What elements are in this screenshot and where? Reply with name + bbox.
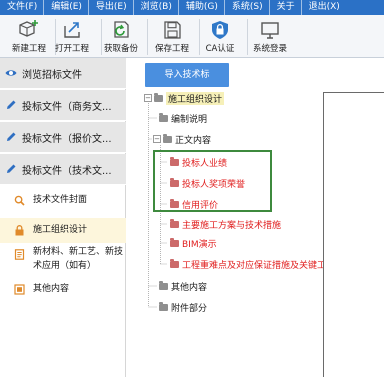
toolbar: 新建工程 打开工程 获取备份 保存工程 CA认证 系统登录: [0, 15, 384, 58]
sub-item-label: 新材料、新工艺、新技术应用（如有）: [33, 247, 124, 271]
tree-node[interactable]: BIM演示: [170, 236, 217, 250]
folder-icon: [163, 133, 172, 143]
save-project-label: 保存工程: [154, 44, 189, 54]
sidebar: 浏览招标文件 投标文件（商务文... 投标文件（报价文... 投标文件（技术文.…: [0, 58, 126, 377]
sub-item-label: 技术文件封面: [33, 195, 88, 205]
tree-node[interactable]: 其他内容: [159, 279, 207, 293]
save-icon: [164, 21, 181, 39]
nav-label: 投标文件（技术文...: [22, 165, 112, 177]
tree-node-label: BIM演示: [182, 239, 217, 250]
sub-item-new-materials[interactable]: 新材料、新工艺、新技术应用（如有）: [0, 245, 126, 277]
cube-plus-icon: [19, 20, 38, 37]
menu-assist[interactable]: 辅助(G): [179, 0, 225, 15]
lock-shield-icon: [212, 21, 228, 39]
tree-node-label: 附件部分: [171, 303, 208, 314]
editor-panel[interactable]: [323, 92, 384, 377]
menu-bar: 文件(F) 编辑(E) 导出(E) 浏览(B) 辅助(G) 系统(S) 关于 退…: [0, 0, 384, 15]
nav-bid-quote[interactable]: 投标文件（报价文...: [0, 122, 126, 153]
tree-node-label: 编制说明: [171, 114, 208, 125]
document-grid-icon: [14, 284, 25, 295]
pencil-icon: [7, 100, 16, 109]
pencil-icon: [7, 132, 16, 141]
ca-auth-button[interactable]: CA认证: [193, 17, 247, 57]
open-project-label: 打开工程: [54, 44, 89, 54]
tree-node[interactable]: 主要施工方案与技术措施: [170, 217, 281, 231]
tree-node[interactable]: 附件部分: [159, 300, 207, 314]
system-login-label: 系统登录: [252, 44, 287, 54]
folder-icon: [154, 92, 163, 102]
import-technical-bid-button[interactable]: 导入技术标: [145, 63, 229, 87]
sub-item-other-content[interactable]: 其他内容: [0, 282, 126, 300]
menu-export[interactable]: 导出(E): [89, 0, 134, 15]
pencil-icon: [7, 164, 16, 173]
nav-label: 投标文件（商务文...: [22, 101, 112, 113]
tree-node-label: 其他内容: [171, 282, 208, 293]
system-login-button[interactable]: 系统登录: [243, 17, 297, 57]
folder-icon: [170, 218, 179, 228]
folder-icon: [159, 280, 168, 290]
collapse-toggle-icon[interactable]: −: [144, 94, 152, 102]
tree-root[interactable]: − 施工组织设计: [144, 91, 225, 105]
tree-node[interactable]: − 正文内容: [153, 132, 211, 146]
sub-item-label: 施工组织设计: [33, 225, 88, 235]
save-project-button[interactable]: 保存工程: [145, 17, 199, 57]
refresh-backup-icon: [114, 21, 129, 38]
tree-node-label: 正文内容: [175, 135, 212, 146]
nav-bid-technical[interactable]: 投标文件（技术文...: [0, 154, 126, 185]
menu-edit[interactable]: 编辑(E): [44, 0, 89, 15]
nav-label: 浏览招标文件: [22, 69, 82, 81]
folder-icon: [159, 112, 168, 122]
tree-node-label: 工程重难点及对应保证措施及关键工序: [182, 260, 336, 271]
monitor-icon: [261, 22, 279, 39]
get-backup-label: 获取备份: [103, 44, 138, 54]
folder-icon: [159, 301, 168, 311]
ca-auth-label: CA认证: [205, 44, 235, 54]
sub-item-construction-design[interactable]: 施工组织设计: [0, 218, 126, 243]
tree-node[interactable]: 工程重难点及对应保证措施及关键工序: [170, 257, 335, 271]
menu-file[interactable]: 文件(F): [0, 0, 45, 15]
search-icon: [14, 195, 25, 206]
folder-icon: [170, 258, 179, 268]
menu-browse[interactable]: 浏览(B): [134, 0, 179, 15]
open-project-button[interactable]: 打开工程: [45, 17, 99, 57]
menu-system[interactable]: 系统(S): [225, 0, 270, 15]
menu-exit[interactable]: 退出(X): [302, 0, 346, 15]
collapse-toggle-icon[interactable]: −: [153, 135, 161, 143]
tree-node[interactable]: 编制说明: [159, 111, 207, 125]
lock-icon: [15, 225, 24, 236]
nav-bid-business[interactable]: 投标文件（商务文...: [0, 90, 126, 121]
menu-about[interactable]: 关于: [270, 0, 302, 15]
eye-icon: [5, 70, 17, 76]
nav-browse-tender[interactable]: 浏览招标文件: [0, 58, 126, 89]
open-export-icon: [64, 22, 80, 38]
get-backup-button[interactable]: 获取备份: [94, 17, 148, 57]
nav-label: 投标文件（报价文...: [22, 133, 112, 145]
folder-icon: [170, 237, 179, 247]
tree-node-label: 施工组织设计: [166, 91, 225, 105]
highlight-box: [153, 150, 272, 212]
document-list-icon: [14, 249, 25, 260]
sub-item-label: 其他内容: [33, 284, 70, 294]
tree-node-label: 主要施工方案与技术措施: [182, 220, 282, 231]
sub-item-tech-cover[interactable]: 技术文件封面: [0, 193, 126, 215]
